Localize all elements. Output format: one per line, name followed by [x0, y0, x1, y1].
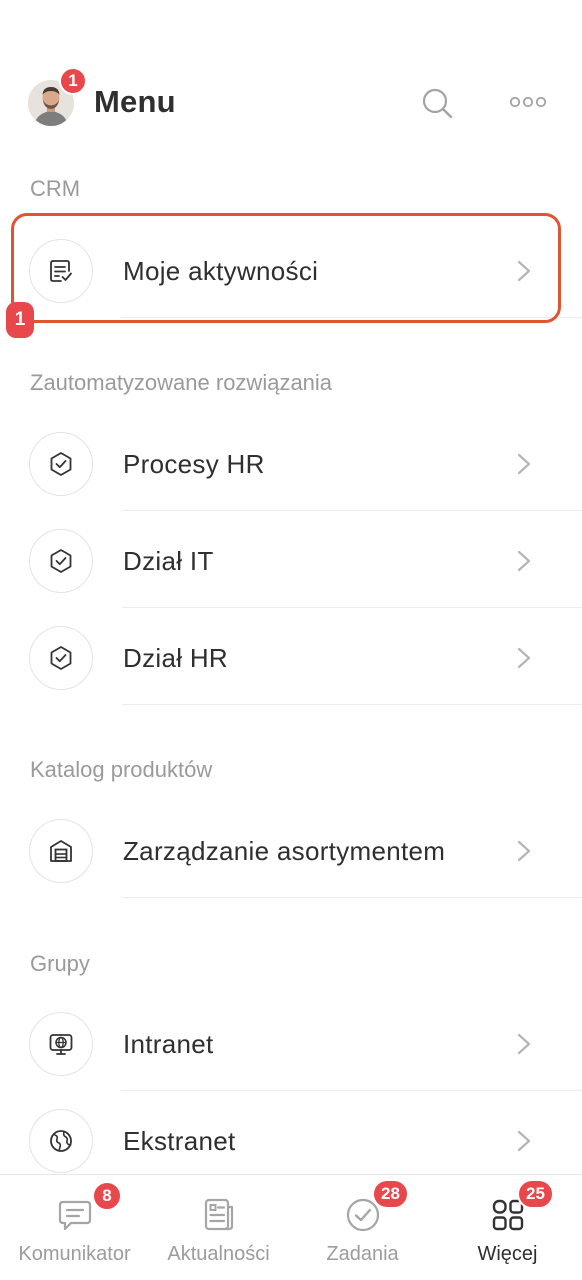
search-icon	[422, 88, 453, 119]
menu-item-icon-circle	[29, 1012, 93, 1076]
globe-icon	[50, 1130, 72, 1152]
hexagon-check-icon	[50, 646, 72, 670]
tab-label: Zadania	[326, 1243, 399, 1265]
menu-item-icon-circle	[29, 529, 93, 593]
menu-item-icon-circle	[29, 1109, 93, 1173]
chat-icon	[58, 1200, 91, 1231]
tab-label: Aktualności	[167, 1243, 270, 1265]
section-label-crm: CRM	[30, 176, 81, 201]
menu-item-dzial-it[interactable]: Dział IT	[0, 511, 582, 608]
chevron-right-icon	[517, 453, 531, 475]
tab-aktualnosci[interactable]: Aktualności	[146, 1175, 291, 1280]
menu-item-label: Dział IT	[123, 546, 214, 576]
menu-item-label: Zarządzanie asortymentem	[123, 836, 446, 866]
menu-item-intranet[interactable]: Intranet	[0, 994, 582, 1091]
header: 1 Menu	[0, 0, 582, 160]
chevron-right-icon	[517, 1130, 531, 1152]
tab-badge: 28	[372, 1179, 409, 1209]
tab-badge: 8	[92, 1181, 122, 1211]
globe-monitor-icon	[49, 1034, 73, 1055]
menu-item-label: Procesy HR	[123, 449, 265, 479]
tab-label: Komunikator	[18, 1243, 131, 1265]
menu-item-dzial-hr[interactable]: Dział HR	[0, 608, 582, 705]
section-label-groups: Grupy	[30, 951, 90, 976]
more-options-button[interactable]	[506, 84, 550, 120]
news-icon	[204, 1198, 233, 1231]
divider	[122, 897, 582, 898]
more-horizontal-icon	[509, 96, 547, 108]
menu-item-label: Dział HR	[123, 643, 228, 673]
search-button[interactable]	[418, 84, 458, 124]
menu-item-icon-circle	[29, 432, 93, 496]
hexagon-check-icon	[50, 452, 72, 476]
section-label-product-catalog: Katalog produktów	[30, 757, 213, 782]
tab-badge: 25	[517, 1179, 554, 1209]
tab-label: Więcej	[477, 1243, 538, 1265]
highlight-frame	[11, 213, 561, 323]
section-label-automated-solutions: Zautomatyzowane rozwiązania	[30, 370, 333, 395]
tab-wiecej[interactable]: 25 Więcej	[435, 1175, 580, 1280]
step-number-badge: 1	[6, 302, 34, 338]
bottom-tab-bar: 8 Komunikator Aktualności 28 Zadania 25 …	[0, 1174, 582, 1280]
chevron-right-icon	[517, 840, 531, 862]
chevron-right-icon	[517, 647, 531, 669]
avatar-notification-badge: 1	[59, 67, 87, 95]
menu-item-label: Intranet	[123, 1029, 214, 1059]
page-title: Menu	[94, 84, 176, 119]
hexagon-check-icon	[50, 549, 72, 573]
menu-item-procesy-hr[interactable]: Procesy HR	[0, 414, 582, 511]
chevron-right-icon	[517, 1033, 531, 1055]
chevron-right-icon	[517, 550, 531, 572]
menu-item-label: Ekstranet	[123, 1126, 236, 1156]
menu-item-zarzadzanie-asortymentem[interactable]: Zarządzanie asortymentem	[0, 801, 582, 898]
tab-zadania[interactable]: 28 Zadania	[290, 1175, 435, 1280]
divider	[122, 704, 582, 705]
warehouse-icon	[50, 840, 72, 862]
menu-item-icon-circle	[29, 819, 93, 883]
tab-komunikator[interactable]: 8 Komunikator	[2, 1175, 147, 1280]
menu-item-icon-circle	[29, 626, 93, 690]
